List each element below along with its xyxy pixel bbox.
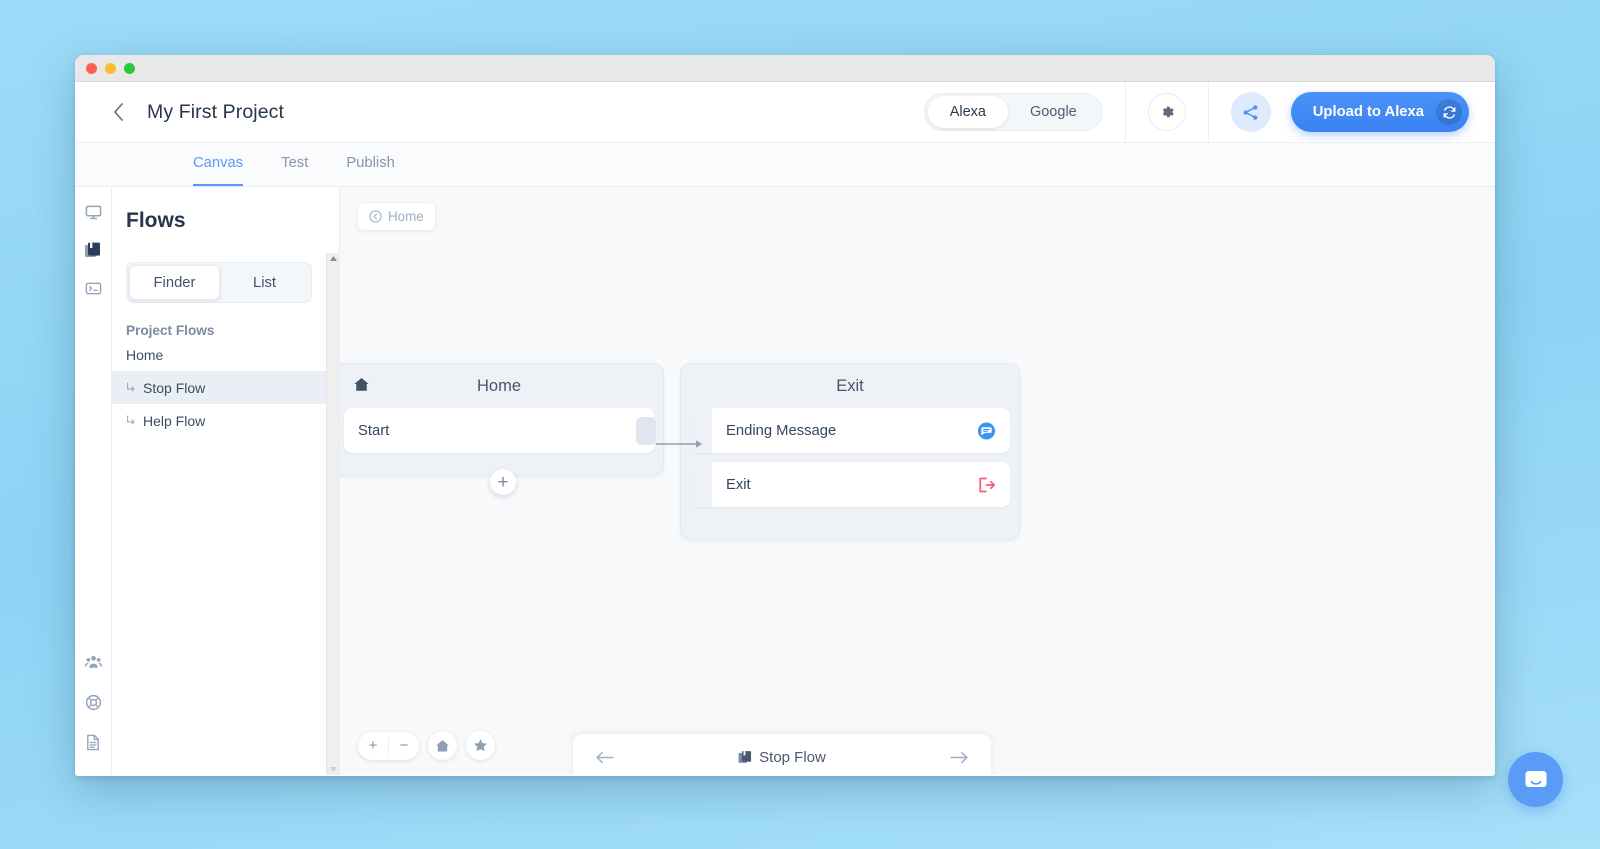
exit-arrow-icon <box>977 476 996 494</box>
home-icon <box>435 739 450 753</box>
canvas-favorite-button[interactable] <box>466 731 495 760</box>
refresh-icon[interactable] <box>1436 99 1462 125</box>
library-books-icon <box>84 241 102 259</box>
flows-scroll-area: Finder List Project Flows Home Stop Flow <box>112 253 339 775</box>
step-label: Exit <box>726 476 751 493</box>
lifebuoy-help-icon <box>85 694 102 711</box>
flow-item-label: Help Flow <box>143 412 206 429</box>
flow-copy-icon <box>738 750 752 764</box>
rail-item-document[interactable] <box>78 727 108 757</box>
share-icon <box>1242 104 1259 121</box>
home-icon <box>353 377 370 392</box>
upload-to-alexa-button[interactable]: Upload to Alexa <box>1290 92 1469 132</box>
desktop-background: My First Project Alexa Google Upload to … <box>0 0 1600 849</box>
flow-prev-button[interactable] <box>595 751 614 764</box>
step-label: Start <box>358 422 390 439</box>
document-icon <box>85 734 101 751</box>
tab-test[interactable]: Test <box>281 143 308 186</box>
node-header: Exit <box>681 364 1019 408</box>
scroll-down-arrow-icon[interactable] <box>329 767 337 772</box>
header-divider-1 <box>1124 81 1126 143</box>
flows-view-finder[interactable]: Finder <box>129 265 220 300</box>
star-icon <box>473 738 488 753</box>
main-tabbar: Canvas Test Publish <box>75 143 1495 187</box>
node-title: Home <box>476 376 521 395</box>
rail-item-help[interactable] <box>78 687 108 717</box>
flow-item-label: Home <box>126 346 164 363</box>
window-maximize-button[interactable] <box>124 62 135 74</box>
breadcrumb[interactable]: Home <box>358 203 435 230</box>
platform-toggle[interactable]: Alexa Google <box>923 93 1103 131</box>
step-output-port[interactable] <box>636 416 656 445</box>
flow-step-exit[interactable]: Exit <box>690 462 1010 507</box>
page-title: My First Project <box>147 100 285 123</box>
flow-step-ending-message[interactable]: Ending Message <box>690 408 1010 453</box>
window-titlebar <box>75 55 1495 82</box>
flow-canvas[interactable]: Home Home Start + Exit Ending Message Ex… <box>340 187 1495 775</box>
app-window: My First Project Alexa Google Upload to … <box>75 55 1495 776</box>
add-step-button[interactable]: + <box>490 469 516 495</box>
history-back-icon <box>369 210 382 223</box>
flows-panel-title: Flows <box>126 209 186 232</box>
breadcrumb-label: Home <box>388 209 424 224</box>
node-connector-link <box>656 439 704 449</box>
rail-item-team[interactable] <box>78 647 108 677</box>
settings-button[interactable] <box>1147 93 1186 131</box>
canvas-home-button[interactable] <box>428 731 457 760</box>
zoom-in-button[interactable]: + <box>358 732 388 760</box>
speech-bubble-icon <box>977 421 996 440</box>
flows-sidebar: Flows Finder List Project Flows Home Sto… <box>112 187 340 775</box>
flows-view-toggle[interactable]: Finder List <box>126 262 312 303</box>
zoom-pill: + − <box>358 731 419 760</box>
chevron-left-icon <box>113 103 124 121</box>
sidebar-scrollbar[interactable] <box>326 253 339 775</box>
flow-item-label: Stop Flow <box>143 379 206 396</box>
flow-node-home[interactable]: Home Start <box>340 363 664 476</box>
flow-item-home[interactable]: Home <box>112 338 326 371</box>
flow-next-button[interactable] <box>950 751 969 764</box>
intercom-chat-icon <box>1522 766 1550 794</box>
flow-nav-title: Stop Flow <box>759 748 826 766</box>
header-divider-2 <box>1207 81 1209 143</box>
app-body: Flows Finder List Project Flows Home Sto… <box>75 187 1495 775</box>
code-terminal-icon <box>85 280 102 297</box>
scroll-up-arrow-icon[interactable] <box>329 256 337 261</box>
flow-item-stop-flow[interactable]: Stop Flow <box>112 371 326 404</box>
subflow-arrow-icon <box>126 382 135 393</box>
intercom-launcher-button[interactable] <box>1508 752 1563 807</box>
subflow-arrow-icon <box>126 415 135 426</box>
platform-option-google[interactable]: Google <box>1008 96 1099 128</box>
node-header: Home <box>340 364 663 408</box>
rail-item-canvas[interactable] <box>78 197 108 227</box>
node-title: Exit <box>836 376 864 395</box>
left-icon-rail <box>75 187 112 775</box>
flows-view-list[interactable]: List <box>220 265 309 300</box>
window-close-button[interactable] <box>86 62 97 74</box>
canvas-monitor-icon <box>85 204 102 221</box>
upload-button-label: Upload to Alexa <box>1312 104 1424 120</box>
platform-option-alexa[interactable]: Alexa <box>927 96 1008 128</box>
flow-step-start[interactable]: Start <box>344 408 656 453</box>
flow-item-help-flow[interactable]: Help Flow <box>112 404 326 437</box>
canvas-zoom-controls: + − <box>358 731 495 760</box>
rail-bottom-group <box>75 647 111 767</box>
step-input-port[interactable] <box>690 462 712 507</box>
step-label: Ending Message <box>726 422 837 439</box>
back-button[interactable] <box>101 95 135 129</box>
rail-item-code[interactable] <box>78 273 108 303</box>
rail-item-library[interactable] <box>78 235 108 265</box>
window-minimize-button[interactable] <box>105 62 116 74</box>
zoom-out-button[interactable]: − <box>389 732 419 760</box>
team-users-icon <box>84 654 102 671</box>
flow-node-exit[interactable]: Exit Ending Message Exit <box>680 363 1020 540</box>
flow-nav-center: Stop Flow <box>614 749 950 766</box>
gear-icon <box>1159 105 1174 120</box>
tab-publish[interactable]: Publish <box>346 143 395 186</box>
app-header: My First Project Alexa Google Upload to … <box>75 81 1495 143</box>
tab-canvas[interactable]: Canvas <box>193 143 244 186</box>
header-actions: Alexa Google Upload to Alexa <box>923 81 1495 143</box>
flow-navigation-bar: Stop Flow <box>573 734 991 775</box>
share-button[interactable] <box>1230 92 1271 132</box>
flows-group-label: Project Flows <box>126 323 215 338</box>
